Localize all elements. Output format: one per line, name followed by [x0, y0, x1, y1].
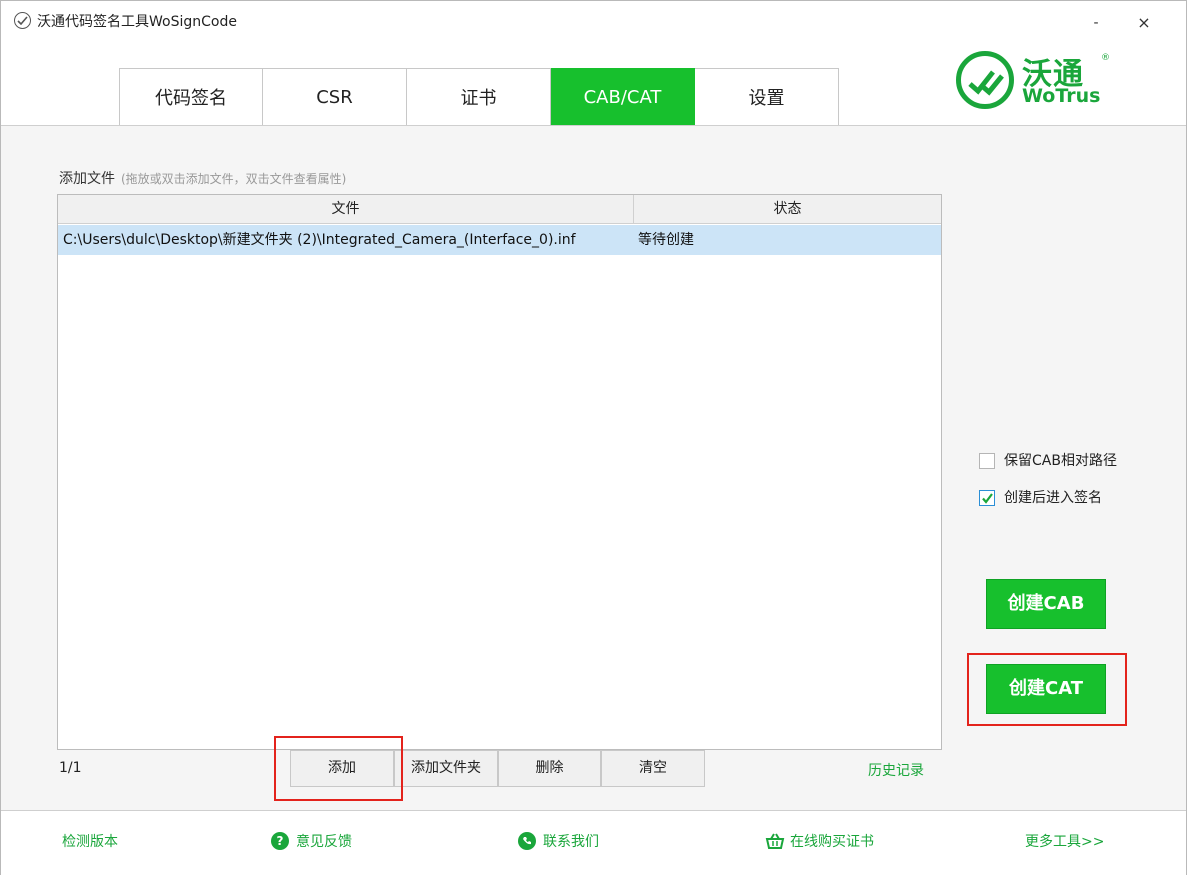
check-version-link[interactable]: 检测版本 — [62, 831, 118, 851]
basket-icon — [765, 832, 785, 850]
contact-label: 联系我们 — [543, 834, 599, 850]
contact-link[interactable]: 联系我们 — [518, 831, 599, 851]
file-list-header: 文件 状态 — [58, 195, 941, 224]
tab-cab-cat[interactable]: CAB/CAT — [551, 68, 695, 126]
more-tools-link[interactable]: 更多工具>> — [1025, 831, 1104, 851]
clear-button[interactable]: 清空 — [601, 750, 705, 787]
highlight-box-create-cat — [967, 653, 1127, 726]
title-bar: 沃通代码签名工具WoSignCode - × — [1, 1, 1186, 41]
app-logo-icon — [14, 12, 31, 29]
tab-code-signing[interactable]: 代码签名 — [119, 68, 263, 126]
question-icon: ? — [271, 832, 289, 850]
checkbox-box[interactable] — [979, 453, 995, 469]
add-files-title: 添加文件 — [59, 171, 115, 187]
column-header-status[interactable]: 状态 — [634, 195, 941, 224]
feedback-label: 意见反馈 — [296, 834, 352, 850]
logo-registered-mark: ® — [1101, 53, 1110, 63]
add-folder-button[interactable]: 添加文件夹 — [394, 750, 498, 787]
tab-bar: 代码签名 CSR 证书 CAB/CAT 设置 — [119, 68, 839, 126]
minimize-button[interactable]: - — [1081, 11, 1111, 35]
delete-button[interactable]: 删除 — [498, 750, 601, 787]
close-button[interactable]: × — [1129, 11, 1159, 35]
check-version-label: 检测版本 — [62, 834, 118, 850]
sign-after-create-checkbox[interactable]: 创建后进入签名 — [979, 488, 1129, 508]
phone-icon — [518, 832, 536, 850]
checkbox-box-checked[interactable] — [979, 490, 995, 506]
file-count: 1/1 — [59, 760, 82, 776]
tab-certificate[interactable]: 证书 — [407, 68, 551, 126]
column-header-file[interactable]: 文件 — [58, 195, 634, 224]
sign-after-create-label: 创建后进入签名 — [1004, 490, 1102, 506]
keep-cab-path-checkbox[interactable]: 保留CAB相对路径 — [979, 451, 1129, 471]
add-files-label: 添加文件 (拖放或双击添加文件，双击文件查看属性) — [59, 168, 346, 188]
logo-text-en: WoTrus — [1022, 85, 1101, 107]
file-list-row[interactable]: C:\Users\dulc\Desktop\新建文件夹 (2)\Integrat… — [58, 225, 941, 255]
feedback-link[interactable]: ? 意见反馈 — [271, 831, 352, 851]
create-cab-button[interactable]: 创建CAB — [986, 579, 1106, 629]
buy-certificate-label: 在线购买证书 — [790, 834, 874, 850]
add-files-hint: (拖放或双击添加文件，双击文件查看属性) — [121, 172, 347, 186]
file-path-cell: C:\Users\dulc\Desktop\新建文件夹 (2)\Integrat… — [63, 232, 576, 248]
history-link[interactable]: 历史记录 — [868, 760, 924, 780]
app-window: 沃通代码签名工具WoSignCode - × 代码签名 CSR 证书 CAB/C… — [0, 0, 1187, 875]
keep-cab-path-label: 保留CAB相对路径 — [1004, 453, 1117, 469]
wotrus-logo: 沃通 ® WoTrus — [956, 49, 1116, 111]
file-status-cell: 等待创建 — [638, 232, 694, 248]
tab-csr[interactable]: CSR — [263, 68, 407, 126]
buy-certificate-link[interactable]: 在线购买证书 — [765, 831, 874, 851]
more-tools-label: 更多工具>> — [1025, 834, 1105, 850]
tab-settings[interactable]: 设置 — [695, 68, 839, 126]
highlight-box-add — [274, 736, 403, 801]
file-list[interactable]: 文件 状态 C:\Users\dulc\Desktop\新建文件夹 (2)\In… — [57, 194, 942, 750]
footer-bar: 检测版本 ? 意见反馈 联系我们 在线购买证书 更多工具>> — [1, 812, 1186, 875]
window-title: 沃通代码签名工具WoSignCode — [37, 14, 237, 30]
wotrus-logo-mark-icon — [956, 51, 1014, 109]
main-panel: 添加文件 (拖放或双击添加文件，双击文件查看属性) 文件 状态 C:\Users\… — [1, 125, 1186, 811]
